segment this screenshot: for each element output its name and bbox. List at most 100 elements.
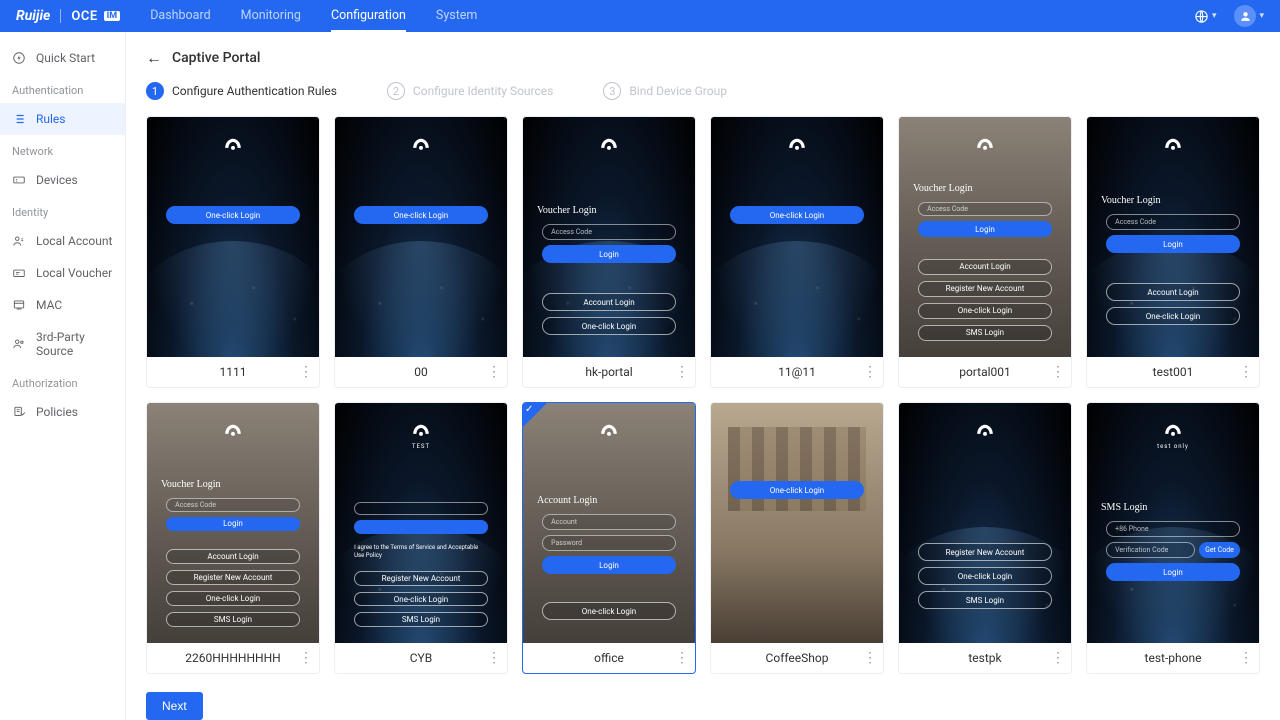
portal-card[interactable]: Account LoginAccountPasswordLoginOne-cli… xyxy=(522,402,696,674)
portal-card[interactable]: One-click Login 1111 ⋮ xyxy=(146,116,320,388)
more-icon[interactable]: ⋮ xyxy=(299,650,313,666)
preview-logo-icon xyxy=(784,131,810,153)
portal-preview: Voucher LoginAccess CodeLoginAccount Log… xyxy=(147,403,319,643)
portal-name: testpk xyxy=(968,651,1001,665)
portal-name: 00 xyxy=(414,365,428,379)
preview-input: +86 Phone xyxy=(1106,521,1240,537)
portal-card[interactable]: Voucher LoginAccess CodeLoginAccount Log… xyxy=(522,116,696,388)
portal-name: 1111 xyxy=(220,365,247,379)
preview-logo-icon xyxy=(972,417,998,439)
preview-title: Voucher Login xyxy=(157,479,221,490)
card-footer: test001 ⋮ xyxy=(1087,357,1259,387)
preview-button: Login xyxy=(918,221,1052,237)
sidebar-item-3rd-party-source[interactable]: 3rd-Party Source xyxy=(0,321,125,367)
policy-icon xyxy=(12,405,26,419)
portal-card[interactable]: Voucher LoginAccess CodeLoginAccount Log… xyxy=(146,402,320,674)
sidebar-item-devices[interactable]: Devices xyxy=(0,164,125,196)
more-icon[interactable]: ⋮ xyxy=(487,364,501,380)
device-icon xyxy=(12,173,26,187)
card-footer: CYB ⋮ xyxy=(335,643,507,673)
selected-check-icon xyxy=(523,403,547,427)
more-icon[interactable]: ⋮ xyxy=(1239,364,1253,380)
app-header: Ruijie OCE IM DashboardMonitoringConfigu… xyxy=(0,0,1280,32)
portal-grid: One-click Login 1111 ⋮ One-click Login 00 ⋮ Vo… xyxy=(146,116,1260,674)
preview-title: SMS Login xyxy=(1097,502,1147,513)
portal-card[interactable]: test onlySMS Login+86 PhoneVerification … xyxy=(1086,402,1260,674)
preview-button: One-click Login xyxy=(730,481,864,499)
preview-button: SMS Login xyxy=(166,612,300,627)
portal-name: test001 xyxy=(1153,365,1194,379)
preview-button: One-click Login xyxy=(730,206,864,224)
preview-input: Access Code xyxy=(1106,214,1240,230)
portal-preview: Register New AccountOne-click LoginSMS L… xyxy=(899,403,1071,643)
portal-preview: test onlySMS Login+86 PhoneVerification … xyxy=(1087,403,1259,643)
header-right: ▾ ▾ xyxy=(1194,5,1264,27)
more-icon[interactable]: ⋮ xyxy=(487,650,501,666)
preview-button: Register New Account xyxy=(918,281,1052,297)
sidebar-group-network: Network xyxy=(0,135,125,164)
nav-item-configuration[interactable]: Configuration xyxy=(331,1,406,32)
portal-preview: One-click Login xyxy=(711,117,883,357)
nav-item-monitoring[interactable]: Monitoring xyxy=(241,1,301,32)
sidebar: Quick StartAuthenticationRulesNetworkDev… xyxy=(0,32,126,720)
more-icon[interactable]: ⋮ xyxy=(675,650,689,666)
sidebar-item-quick-start[interactable]: Quick Start xyxy=(0,42,125,74)
card-footer: CoffeeShop⋮ xyxy=(711,643,883,673)
wizard-step-3[interactable]: 3Bind Device Group xyxy=(603,82,727,100)
list-icon xyxy=(12,112,26,126)
card-footer: office⋮ xyxy=(523,643,695,673)
preview-button: Login xyxy=(166,517,300,532)
preview-logo-icon xyxy=(1160,417,1186,439)
more-icon[interactable]: ⋮ xyxy=(1239,650,1253,666)
sidebar-item-local-account[interactable]: Local Account xyxy=(0,225,125,257)
back-arrow-icon[interactable]: ← xyxy=(146,48,162,68)
portal-name: CYB xyxy=(410,651,433,665)
portal-preview: One-click Login xyxy=(147,117,319,357)
portal-card[interactable]: Voucher LoginAccess CodeLoginAccount Log… xyxy=(898,116,1072,388)
portal-preview: One-click Login xyxy=(335,117,507,357)
sidebar-group-authorization: Authorization xyxy=(0,367,125,396)
nav-item-dashboard[interactable]: Dashboard xyxy=(150,1,210,32)
card-footer: testpk ⋮ xyxy=(899,643,1071,673)
wizard-steps: 1Configure Authentication Rules 2Configur… xyxy=(146,82,1260,100)
sidebar-item-mac[interactable]: MAC xyxy=(0,289,125,321)
portal-preview: One-click Login xyxy=(711,403,883,643)
preview-logo-icon xyxy=(220,131,246,153)
sidebar-item-label: Local Account xyxy=(36,234,112,248)
more-icon[interactable]: ⋮ xyxy=(675,364,689,380)
sidebar-item-label: Quick Start xyxy=(36,51,95,65)
preview-title: Voucher Login xyxy=(1097,195,1161,206)
portal-preview: Voucher LoginAccess CodeLoginAccount Log… xyxy=(523,117,695,357)
sidebar-item-local-voucher[interactable]: Local Voucher xyxy=(0,257,125,289)
more-icon[interactable]: ⋮ xyxy=(1051,650,1065,666)
next-button[interactable]: Next xyxy=(146,692,203,720)
preview-button: One-click Login xyxy=(166,206,300,224)
portal-card[interactable]: Register New AccountOne-click LoginSMS L… xyxy=(898,402,1072,674)
user-menu[interactable]: ▾ xyxy=(1234,5,1264,27)
sidebar-item-rules[interactable]: Rules xyxy=(0,103,125,135)
third-icon xyxy=(12,337,26,351)
portal-card[interactable]: One-click Login11@11⋮ xyxy=(710,116,884,388)
portal-card[interactable]: One-click Login 00 ⋮ xyxy=(334,116,508,388)
portal-card[interactable]: One-click Login CoffeeShop⋮ xyxy=(710,402,884,674)
portal-card[interactable]: TEST I agree to the Terms of Service and… xyxy=(334,402,508,674)
wizard-step-2[interactable]: 2Configure Identity Sources xyxy=(387,82,553,100)
step-label: Configure Authentication Rules xyxy=(172,84,337,98)
more-icon[interactable]: ⋮ xyxy=(863,364,877,380)
preview-button: One-click Login xyxy=(918,303,1052,319)
more-icon[interactable]: ⋮ xyxy=(299,364,313,380)
sidebar-item-policies[interactable]: Policies xyxy=(0,396,125,428)
preview-button xyxy=(354,520,488,534)
mac-icon xyxy=(12,298,26,312)
preview-logo-icon xyxy=(408,417,434,439)
portal-card[interactable]: Voucher LoginAccess CodeLoginAccount Log… xyxy=(1086,116,1260,388)
globe-icon xyxy=(1194,9,1209,24)
card-footer: 00 ⋮ xyxy=(335,357,507,387)
wizard-step-1[interactable]: 1Configure Authentication Rules xyxy=(146,82,337,100)
more-icon[interactable]: ⋮ xyxy=(863,650,877,666)
preview-input: Access Code xyxy=(918,202,1052,216)
more-icon[interactable]: ⋮ xyxy=(1051,364,1065,380)
nav-item-system[interactable]: System xyxy=(436,1,477,32)
sidebar-item-label: Policies xyxy=(36,405,78,419)
language-switcher[interactable]: ▾ xyxy=(1194,9,1217,24)
